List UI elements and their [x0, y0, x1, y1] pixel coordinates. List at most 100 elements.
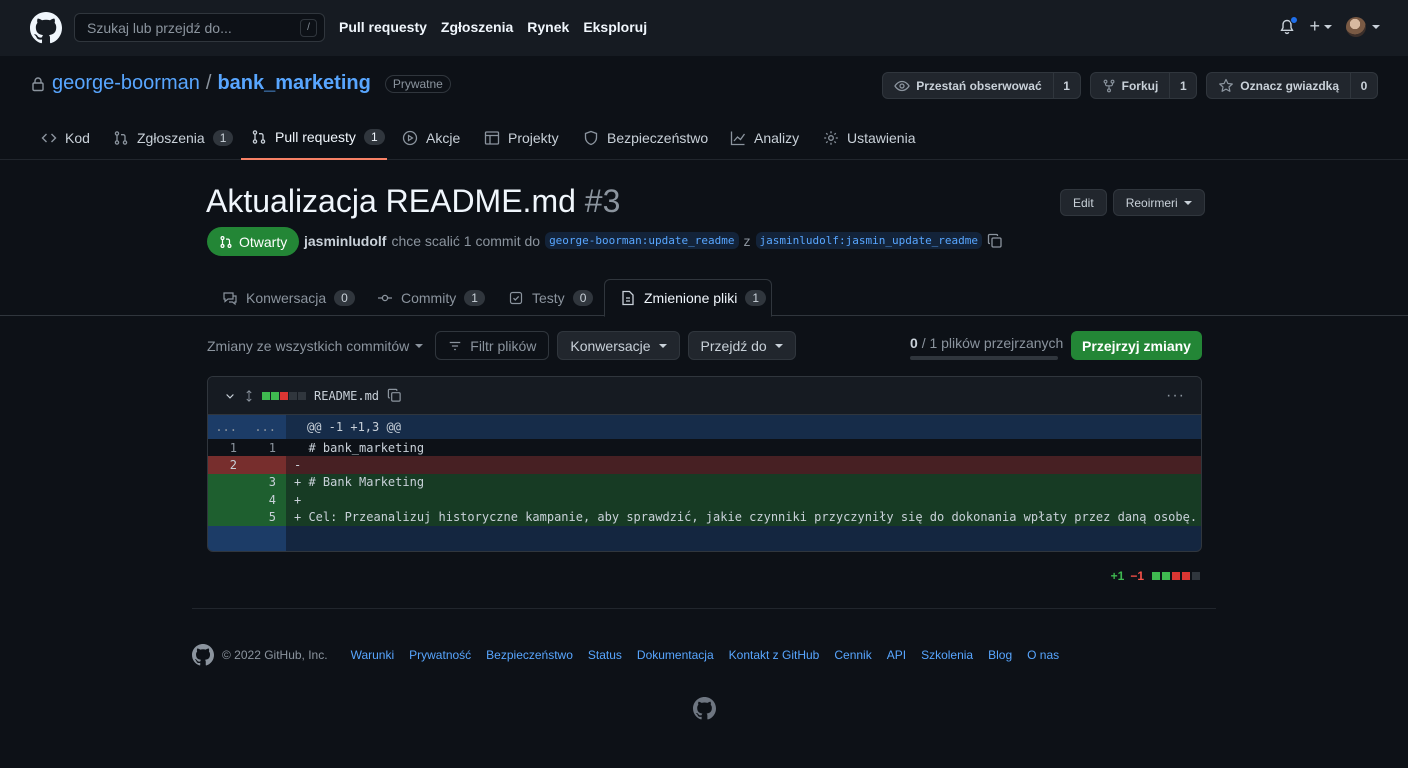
checklist-icon	[509, 291, 523, 304]
gear-icon	[824, 131, 838, 145]
tab-pull-requests[interactable]: Pull requesty 1	[241, 116, 387, 160]
kebab-menu-icon[interactable]: ···	[1166, 387, 1185, 405]
caret-down-icon	[1372, 24, 1380, 29]
star-button-group: Oznacz gwiazdką 0	[1206, 72, 1378, 99]
old-line-number[interactable]: 2	[208, 456, 247, 474]
file-name-link[interactable]: README.md	[314, 389, 379, 403]
compare-commits-dropdown[interactable]: Zmiany ze wszystkich commitów	[207, 337, 424, 354]
file-filter-button[interactable]: Filtr plików	[435, 331, 550, 360]
pr-state-label: Otwarty	[239, 233, 288, 250]
diff-line-added: 5 + Cel: Przeanalizuj historyczne kampan…	[208, 508, 1201, 526]
old-line-number[interactable]	[208, 473, 247, 492]
search-placeholder: Szukaj lub przejdź do...	[87, 20, 232, 36]
tab-commits[interactable]: Commity 1	[377, 279, 485, 316]
footer-link-terms[interactable]: Warunki	[351, 648, 395, 662]
expand-all-icon[interactable]	[244, 389, 254, 402]
tab-settings[interactable]: Ustawienia	[823, 116, 915, 160]
tab-files-changed[interactable]: Zmienione pliki 1	[604, 279, 772, 317]
code-dropdown-button[interactable]: Reoirmeri	[1112, 189, 1205, 216]
star-button[interactable]: Oznacz gwiazdką	[1207, 73, 1350, 98]
user-menu-dropdown[interactable]	[1346, 16, 1380, 37]
tab-checks[interactable]: Testy 0	[508, 279, 594, 316]
search-input[interactable]: Szukaj lub przejdź do... /	[74, 13, 325, 42]
nav-explore[interactable]: Eksploruj	[583, 19, 647, 35]
diff-line-code: + Cel: Przeanalizuj historyczne kampanie…	[286, 508, 1201, 526]
compare-commits-label: Zmiany ze wszystkich commitów	[207, 337, 410, 354]
footer-link-security[interactable]: Bezpieczeństwo	[486, 648, 573, 662]
stars-count[interactable]: 0	[1350, 73, 1377, 98]
tab-insights[interactable]: Analizy	[730, 116, 799, 160]
nav-marketplace[interactable]: Rynek	[527, 19, 569, 35]
fork-label: Forkuj	[1121, 78, 1159, 93]
tab-security[interactable]: Bezpieczeństwo	[583, 116, 708, 160]
repo-owner-link[interactable]: george-boorman	[52, 72, 200, 95]
github-logo-icon[interactable]	[192, 644, 214, 666]
repo-name-link[interactable]: bank_marketing	[217, 72, 370, 95]
table-icon	[484, 131, 500, 145]
tab-label: Akcje	[426, 130, 461, 146]
footer-link-privacy[interactable]: Prywatność	[409, 648, 471, 662]
pr-author-link[interactable]: jasminludolf	[304, 233, 386, 249]
tab-label: Testy	[532, 289, 565, 306]
create-new-dropdown[interactable]: +	[1309, 16, 1332, 37]
new-line-number[interactable]: 1	[247, 439, 286, 457]
github-mark-icon[interactable]	[693, 697, 716, 720]
viewed-files-rest: / 1 plików przejrzanych	[921, 335, 1064, 351]
pr-meta: jasminludolf chce scalić 1 commit do geo…	[304, 232, 1003, 249]
copy-icon[interactable]	[987, 233, 1003, 249]
copy-icon[interactable]	[387, 388, 402, 403]
edit-title-button[interactable]: Edit	[1060, 189, 1107, 216]
diffstat-block-added	[1152, 572, 1160, 580]
watchers-count[interactable]: 1	[1052, 73, 1080, 98]
pr-title-text: Aktualizacja README.md	[206, 183, 576, 219]
expand-down-filler	[286, 525, 1201, 551]
footer-link-api[interactable]: API	[887, 648, 906, 662]
footer-link-pricing[interactable]: Cennik	[834, 648, 871, 662]
footer-link-training[interactable]: Szkolenia	[921, 648, 973, 662]
pull-request-icon	[220, 235, 232, 248]
commits-count: 1	[464, 289, 485, 306]
footer-link-docs[interactable]: Dokumentacja	[637, 648, 714, 662]
new-line-number[interactable]: 5	[247, 508, 286, 526]
chevron-down-icon[interactable]	[224, 390, 236, 402]
footer-link-contact[interactable]: Kontakt z GitHub	[729, 648, 820, 662]
unwatch-button[interactable]: Przestań obserwować	[883, 73, 1052, 98]
conversations-dropdown[interactable]: Konwersacje	[557, 331, 680, 360]
diff-line-deleted: 2 -	[208, 456, 1201, 474]
footer: © 2022 GitHub, Inc. Warunki Prywatność B…	[192, 644, 1059, 666]
tab-projects[interactable]: Projekty	[484, 116, 559, 160]
pr-header-actions: Edit Reoirmeri	[1060, 189, 1205, 216]
forks-count[interactable]: 1	[1169, 73, 1196, 98]
new-line-number[interactable]	[247, 456, 286, 474]
search-shortcut-key: /	[300, 19, 317, 37]
old-line-number[interactable]	[208, 508, 247, 526]
checks-count: 0	[572, 289, 594, 306]
base-branch-link[interactable]: george-boorman:update_readme	[545, 232, 739, 249]
head-branch-link[interactable]: jasminludolf:jasmin_update_readme	[755, 232, 983, 249]
old-line-number[interactable]	[208, 491, 247, 509]
hunk-expand-left[interactable]: ...	[208, 415, 247, 439]
diffstat: +1 −1	[1111, 569, 1200, 583]
review-changes-button[interactable]: Przejrzyj zmiany	[1071, 331, 1202, 360]
footer-link-blog[interactable]: Blog	[988, 648, 1012, 662]
old-line-number[interactable]: 1	[208, 439, 247, 457]
new-line-number[interactable]: 4	[247, 491, 286, 509]
jump-to-dropdown[interactable]: Przejdź do	[687, 331, 796, 360]
hunk-expand-right[interactable]: ...	[247, 415, 286, 439]
nav-issues[interactable]: Zgłoszenia	[441, 19, 513, 35]
github-logo-icon[interactable]	[30, 12, 62, 44]
global-nav: Pull requesty Zgłoszenia Rynek Eksploruj	[339, 19, 647, 35]
tab-issues[interactable]: Zgłoszenia 1	[113, 116, 234, 160]
tab-conversation[interactable]: Konwersacja 0	[222, 279, 355, 316]
tab-actions[interactable]: Akcje	[402, 116, 460, 160]
tab-code[interactable]: Kod	[41, 116, 90, 160]
notifications-bell-icon[interactable]	[1279, 15, 1299, 35]
expand-down-button[interactable]	[208, 525, 286, 551]
nav-pull-requests[interactable]: Pull requesty	[339, 19, 427, 35]
footer-link-status[interactable]: Status	[588, 648, 622, 662]
fork-button[interactable]: Forkuj	[1091, 73, 1170, 98]
footer-link-about[interactable]: O nas	[1027, 648, 1059, 662]
new-line-number[interactable]: 3	[247, 473, 286, 492]
deletions-count: −1	[1130, 569, 1144, 583]
repo-tabs: Kod Zgłoszenia 1 Pull requesty 1 Akcje P…	[0, 116, 1408, 160]
